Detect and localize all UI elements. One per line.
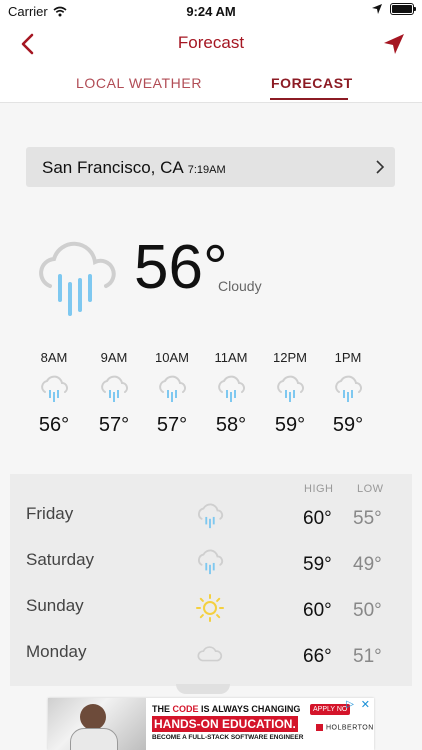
sun-icon bbox=[196, 594, 224, 622]
hourly-forecast[interactable]: 8AM 56° 9AM 57° 10AM 57° 11AM 58° 12PM 5… bbox=[0, 350, 400, 450]
hour-time: 9AM bbox=[100, 350, 128, 365]
location-label: San Francisco, CA 7:19AM bbox=[42, 158, 226, 178]
rain-icon bbox=[159, 375, 186, 402]
hour-time: 10AM bbox=[155, 350, 189, 365]
adchoices-icon[interactable]: ▷ bbox=[346, 699, 354, 710]
rain-icon bbox=[335, 375, 362, 402]
hourly-item: 12PM 59° bbox=[260, 350, 320, 437]
hour-temp: 59° bbox=[332, 414, 364, 436]
current-temperature: 56° bbox=[134, 233, 228, 302]
hourly-item: 11AM 58° bbox=[201, 350, 261, 437]
status-time: 9:24 AM bbox=[186, 4, 236, 19]
status-bar: Carrier 9:24 AM bbox=[0, 0, 422, 22]
rain-icon bbox=[198, 549, 224, 575]
navigation-arrow-icon[interactable] bbox=[382, 32, 406, 56]
hour-time: 1PM bbox=[334, 350, 362, 365]
hourly-item: 10AM 57° bbox=[142, 350, 202, 437]
location-time: 7:19AM bbox=[187, 164, 226, 176]
hourly-item: 9AM 57° bbox=[84, 350, 144, 437]
ad-brand: HOLBERTON bbox=[316, 724, 374, 731]
day-name: Saturday bbox=[26, 550, 95, 569]
tab-bar: LOCAL WEATHER FORECAST bbox=[0, 66, 422, 103]
hour-time: 11AM bbox=[214, 350, 248, 365]
hour-time: 8AM bbox=[40, 350, 68, 365]
location-arrow-icon bbox=[372, 4, 382, 14]
drawer-handle[interactable] bbox=[176, 684, 230, 694]
rain-icon bbox=[101, 375, 128, 402]
location-selector[interactable]: San Francisco, CA 7:19AM bbox=[26, 147, 395, 187]
day-high: 60° bbox=[303, 600, 332, 621]
ad-text-highlight: CODE bbox=[172, 704, 199, 714]
hour-temp: 57° bbox=[98, 414, 130, 436]
day-name: Monday bbox=[26, 642, 87, 661]
ad-subheadline: HANDS-ON EDUCATION. bbox=[152, 716, 298, 732]
hour-temp: 57° bbox=[156, 414, 188, 436]
daily-row: Saturday 59° 49° bbox=[10, 540, 412, 586]
hour-time: 12PM bbox=[273, 350, 307, 365]
day-high: 59° bbox=[303, 554, 332, 575]
cloud-icon bbox=[197, 646, 223, 662]
ad-headline: THE CODE IS ALWAYS CHANGING bbox=[152, 704, 300, 714]
daily-row: Sunday 60° 50° bbox=[10, 586, 412, 632]
rain-icon bbox=[39, 241, 116, 316]
tab-forecast[interactable]: FORECAST bbox=[271, 75, 353, 91]
day-name: Friday bbox=[26, 504, 74, 523]
ad-text: THE bbox=[152, 704, 173, 714]
close-icon[interactable]: ✕ bbox=[361, 698, 370, 711]
ad-tagline: BECOME A FULL-STACK SOFTWARE ENGINEER bbox=[152, 734, 304, 741]
daily-forecast: HIGH LOW Friday 60° 55° Saturday 59° 49°… bbox=[10, 474, 412, 686]
tab-local-weather[interactable]: LOCAL WEATHER bbox=[76, 75, 202, 91]
page-title: Forecast bbox=[177, 33, 245, 52]
day-name: Sunday bbox=[26, 596, 84, 615]
tab-selected-indicator bbox=[270, 98, 348, 100]
hour-temp: 58° bbox=[215, 414, 247, 436]
rain-icon bbox=[277, 375, 304, 402]
brand-mark-icon bbox=[316, 724, 323, 731]
rain-icon bbox=[218, 375, 245, 402]
ad-text: IS ALWAYS CHANGING bbox=[198, 704, 301, 714]
hourly-item: 1PM 59° bbox=[318, 350, 378, 437]
ad-image bbox=[48, 698, 146, 750]
battery-icon bbox=[390, 3, 416, 15]
day-low: 50° bbox=[353, 600, 382, 621]
day-low: 49° bbox=[353, 554, 382, 575]
day-low: 55° bbox=[353, 508, 382, 529]
ad-banner[interactable]: THE CODE IS ALWAYS CHANGING HANDS-ON EDU… bbox=[48, 698, 374, 750]
daily-row: Monday 66° 51° bbox=[10, 632, 412, 678]
daily-row: Friday 60° 55° bbox=[10, 494, 412, 540]
rain-icon bbox=[198, 503, 224, 529]
status-right bbox=[372, 3, 416, 15]
chevron-right-icon bbox=[376, 160, 385, 174]
location-city: San Francisco, CA bbox=[42, 158, 184, 177]
ad-apply-button[interactable]: APPLY NO bbox=[310, 704, 351, 715]
day-high: 66° bbox=[303, 646, 332, 667]
hourly-item: 8AM 56° bbox=[24, 350, 84, 437]
current-condition: Cloudy bbox=[218, 278, 262, 294]
nav-bar: Forecast bbox=[0, 22, 422, 66]
day-low: 51° bbox=[353, 646, 382, 667]
hour-temp: 56° bbox=[38, 414, 70, 436]
ad-person-body bbox=[70, 728, 118, 750]
ad-brand-name: HOLBERTON bbox=[326, 724, 374, 732]
day-high: 60° bbox=[303, 508, 332, 529]
ad-person-head bbox=[80, 704, 106, 730]
rain-icon bbox=[41, 375, 68, 402]
hour-temp: 59° bbox=[274, 414, 306, 436]
